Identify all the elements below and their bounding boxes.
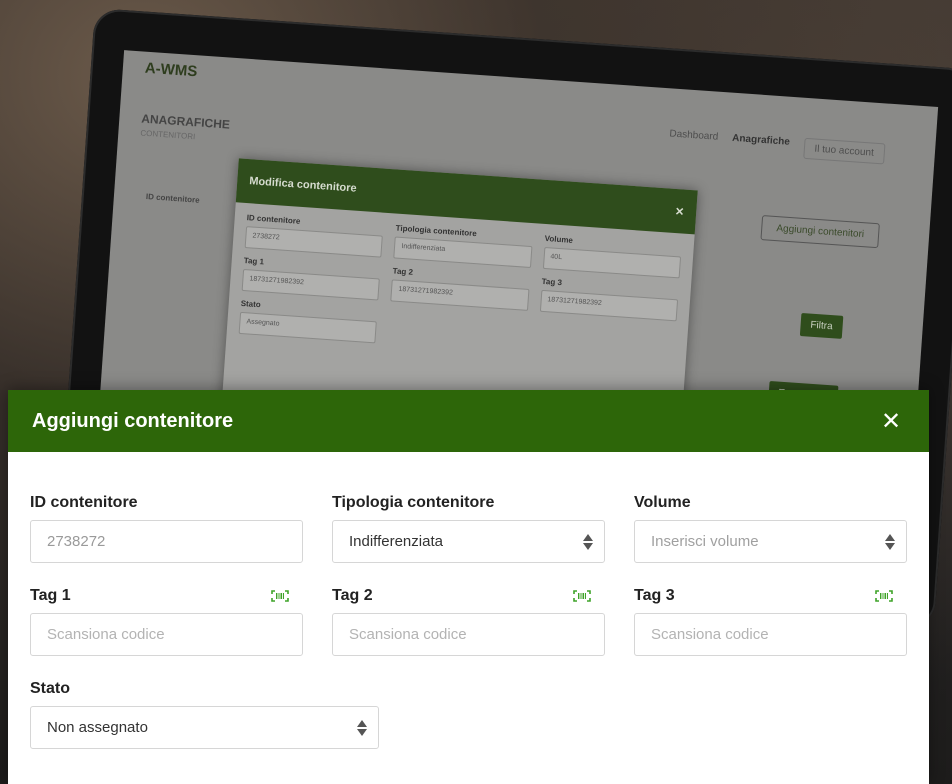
form-row: ID contenitore 2738272 Tipologia conteni… — [30, 492, 907, 563]
tag3-label: Tag 3 — [634, 587, 675, 604]
bg-field: Tag 1 18731271982392 — [241, 256, 381, 301]
tipologia-label: Tipologia contenitore — [332, 494, 495, 511]
bg-field: Tag 2 18731271982392 — [390, 266, 530, 311]
top-nav: Dashboard Anagrafiche Il tuo account — [668, 128, 886, 165]
account-menu: Il tuo account — [802, 137, 886, 165]
tag3-input[interactable]: Scansiona codice — [634, 613, 907, 656]
stato-value: Non assegnato — [47, 719, 148, 736]
select-arrows-icon — [356, 719, 368, 736]
close-icon[interactable]: ✕ — [877, 407, 905, 435]
form-row: Tag 1 Scansiona codice Tag 2 Scansiona c… — [30, 585, 907, 656]
tipologia-select[interactable]: Indifferenziata — [332, 520, 605, 563]
bg-add-button: Aggiungi contenitori — [760, 215, 880, 249]
bg-field: Tag 3 18731271982392 — [539, 277, 679, 322]
tag2-input[interactable]: Scansiona codice — [332, 613, 605, 656]
modal-body: ID contenitore 2738272 Tipologia conteni… — [8, 452, 929, 749]
id-label: ID contenitore — [30, 494, 138, 511]
tag3-field-group: Tag 3 Scansiona codice — [634, 585, 907, 656]
barcode-scan-icon[interactable] — [269, 589, 291, 603]
nav-anagrafiche: Anagrafiche — [731, 132, 791, 148]
volume-placeholder: Inserisci volume — [651, 533, 759, 550]
tag2-field-group: Tag 2 Scansiona codice — [332, 585, 605, 656]
add-container-modal: Aggiungi contenitore ✕ ID contenitore 27… — [8, 390, 929, 784]
tag3-placeholder: Scansiona codice — [651, 626, 769, 643]
volume-select[interactable]: Inserisci volume — [634, 520, 907, 563]
volume-label: Volume — [634, 494, 691, 511]
volume-field-group: Volume Inserisci volume — [634, 492, 907, 563]
bg-field: Tipologia contenitore Indifferenziata — [393, 224, 533, 269]
select-arrows-icon — [884, 533, 896, 550]
id-field-group: ID contenitore 2738272 — [30, 492, 303, 563]
modal-title: Aggiungi contenitore — [32, 409, 234, 432]
tipologia-field-group: Tipologia contenitore Indifferenziata — [332, 492, 605, 563]
stato-label: Stato — [30, 680, 70, 697]
tag1-placeholder: Scansiona codice — [47, 626, 165, 643]
bg-field: Stato Assegnato — [238, 299, 378, 344]
bg-field: Volume 40L — [542, 234, 682, 279]
bg-modal-title: Modifica contenitore — [248, 175, 358, 195]
id-input[interactable]: 2738272 — [30, 520, 303, 563]
barcode-scan-icon[interactable] — [873, 589, 895, 603]
stato-field-group: Stato Non assegnato — [30, 678, 379, 749]
stato-select[interactable]: Non assegnato — [30, 706, 379, 749]
modal-header: Aggiungi contenitore ✕ — [8, 390, 929, 452]
bg-filter-button: Filtra — [799, 313, 844, 339]
tag1-field-group: Tag 1 Scansiona codice — [30, 585, 303, 656]
form-row: Stato Non assegnato — [30, 678, 907, 749]
bg-id-filter-label: ID contenitore — [145, 192, 200, 205]
bg-page-subtitle: CONTENITORI — [140, 128, 196, 142]
app-logo: A-WMS — [144, 59, 198, 81]
tag1-label: Tag 1 — [30, 587, 71, 604]
tipologia-value: Indifferenziata — [349, 533, 443, 550]
tag1-input[interactable]: Scansiona codice — [30, 613, 303, 656]
tag2-label: Tag 2 — [332, 587, 373, 604]
barcode-scan-icon[interactable] — [571, 589, 593, 603]
bg-close-icon: ✕ — [674, 205, 685, 219]
nav-dashboard: Dashboard — [669, 128, 719, 143]
id-value: 2738272 — [47, 533, 106, 550]
select-arrows-icon — [582, 533, 594, 550]
tag2-placeholder: Scansiona codice — [349, 626, 467, 643]
bg-field: ID contenitore 2738272 — [244, 213, 384, 258]
